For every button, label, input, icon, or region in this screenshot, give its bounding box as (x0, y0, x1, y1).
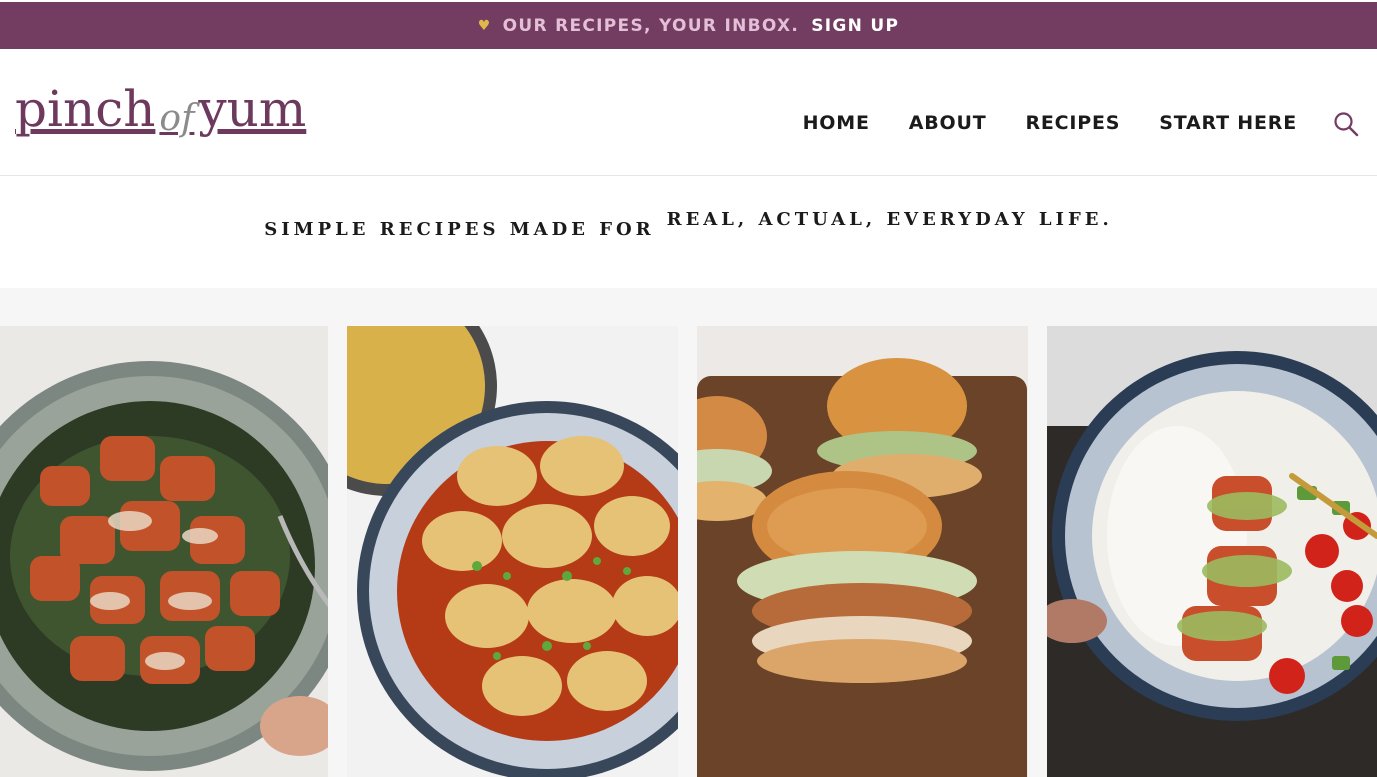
promo-bar: ♥ OUR RECIPES, YOUR INBOX. SIGN UP (0, 2, 1377, 49)
nav-recipes[interactable]: RECIPES (1025, 112, 1120, 134)
logo-word-of: of (159, 98, 195, 139)
recipe-card-4[interactable] (1047, 326, 1377, 777)
tagline: SIMPLE RECIPES MADE FOR REAL, ACTUAL, EV… (0, 176, 1377, 288)
salmon-rice-bowl-image (1047, 326, 1377, 777)
site-header: pinch of yum HOME ABOUT RECIPES START HE… (0, 50, 1377, 176)
sign-up-link[interactable]: SIGN UP (811, 16, 899, 36)
heart-icon: ♥ (477, 17, 492, 34)
promo-text: OUR RECIPES, YOUR INBOX. (502, 15, 800, 36)
recipe-card-3[interactable] (697, 326, 1028, 777)
tagline-part-2: REAL, ACTUAL, EVERYDAY LIFE. (666, 209, 1113, 230)
recipe-grid (0, 288, 1377, 777)
logo-word-pinch: pinch (15, 80, 156, 138)
main-nav: HOME ABOUT RECIPES START HERE (803, 112, 1297, 134)
orange-chicken-bowl-image (0, 326, 328, 777)
tagline-part-1: SIMPLE RECIPES MADE FOR (264, 219, 655, 240)
wonton-bowl-image (347, 326, 678, 777)
search-icon[interactable] (1333, 111, 1359, 137)
recipe-card-1[interactable] (0, 326, 328, 777)
nav-about[interactable]: ABOUT (909, 112, 987, 134)
logo-word-yum: yum (198, 80, 307, 138)
recipe-card-2[interactable] (347, 326, 678, 777)
burger-board-image (697, 326, 1028, 777)
site-logo[interactable]: pinch of yum (15, 80, 306, 160)
nav-home[interactable]: HOME (803, 112, 870, 134)
nav-start-here[interactable]: START HERE (1159, 112, 1297, 134)
